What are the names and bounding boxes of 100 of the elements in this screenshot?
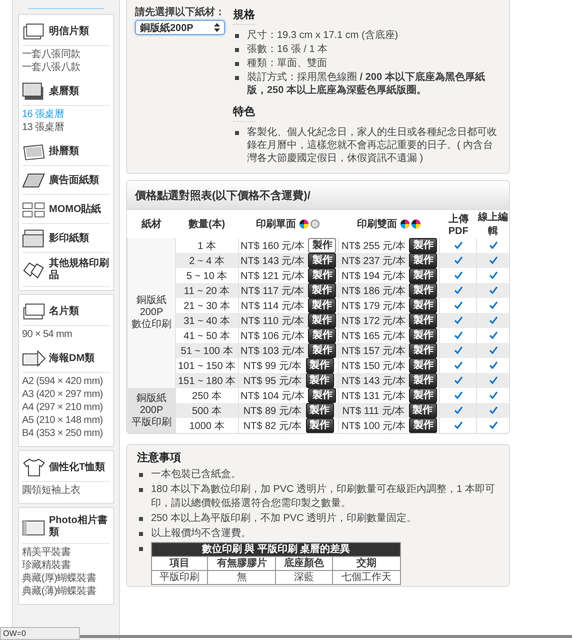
- price-cell-text: NT$ 95 元/本: [243, 374, 302, 388]
- subcategory-link[interactable]: 90 × 54 mm: [22, 328, 72, 341]
- quantity-cell: 41 ~ 50 本: [184, 330, 230, 342]
- make-button[interactable]: 製作: [409, 313, 438, 328]
- photo-book-icon: [22, 518, 46, 536]
- price-cell-text: NT$ 103 元/本: [240, 344, 304, 358]
- subcategory-link[interactable]: A4 (297 × 210 mm): [22, 401, 103, 414]
- make-button[interactable]: 製作: [308, 268, 336, 283]
- make-button[interactable]: 製作: [306, 358, 334, 373]
- spec-item: 張數：16 張 / 1 本: [233, 43, 501, 56]
- section-heading: 特色: [233, 104, 255, 122]
- make-button[interactable]: 製作: [308, 253, 336, 268]
- subcategory-link[interactable]: 一套八張八款: [22, 61, 80, 74]
- price-cell-text: NT$ 157 元/本: [341, 344, 406, 358]
- price-cell-text: NT$ 150 元/本: [341, 360, 406, 372]
- category-link[interactable]: Photo相片書類: [22, 510, 110, 544]
- price-cell-text: NT$ 82 元/本: [243, 420, 302, 432]
- section-heading: 規格: [233, 7, 255, 25]
- note-text: 一本包裝已含紙盒。: [137, 468, 499, 482]
- section-heading: 注意事項: [137, 450, 182, 465]
- column-header: 印刷單面: [256, 218, 296, 231]
- category-link[interactable]: 海報DM類: [22, 344, 110, 373]
- subcategory-link[interactable]: 精美平裝書: [22, 546, 71, 559]
- make-button[interactable]: 製作: [308, 343, 336, 358]
- picker-label: 請先選擇以下紙材：: [135, 6, 225, 19]
- spec-item: 種類：單面、雙面: [233, 57, 501, 70]
- price-cell-text: NT$ 179 元/本: [341, 300, 406, 312]
- subcategory-link[interactable]: A2 (594 × 420 mm): [22, 375, 103, 388]
- note-text: 250 本以上為平版印刷，不加 PVC 透明片，印刷數量固定。: [137, 512, 499, 526]
- material-select[interactable]: 銅版紙200P: [135, 20, 225, 35]
- make-button[interactable]: 製作: [409, 343, 438, 358]
- make-button[interactable]: 製作: [306, 403, 334, 418]
- quantity-cell: 101 ~ 150 本: [178, 360, 236, 372]
- subcategory-link[interactable]: 一套八張同款: [22, 48, 80, 61]
- sticker-grid-icon: [22, 200, 46, 219]
- category-link[interactable]: 個性化T恤類: [22, 453, 110, 482]
- subcategory-link[interactable]: A5 (210 × 148 mm): [22, 414, 103, 427]
- make-button[interactable]: 製作: [409, 268, 438, 283]
- quantity-cell: 5 ~ 10 本: [186, 270, 228, 282]
- category-link[interactable]: 廣告面紙類: [22, 166, 110, 195]
- photo-paper-icon: [22, 229, 46, 248]
- category-link[interactable]: 影印紙類: [22, 224, 110, 253]
- price-cell-text: NT$ 194 元/本: [341, 270, 406, 282]
- make-button[interactable]: 製作: [306, 418, 334, 433]
- panel-title: 價格點選對照表(以下價格不含運費)/: [135, 190, 310, 202]
- make-button[interactable]: 製作: [409, 373, 438, 388]
- price-cell-text: NT$ 106 元/本: [240, 330, 304, 342]
- column-header: 有無膠膠片: [216, 558, 267, 568]
- note-text: 180 本以下為數位印刷，加 PVC 透明片，印刷數量可在級距內調整，1 本即可印，請以總價較低搭選符合您需印製之數量。: [137, 483, 499, 511]
- make-button[interactable]: 製作: [308, 298, 336, 313]
- feature-text: 客製化、個人化紀念日，家人的生日或各種紀念日都可收錄在月曆中，這樣您就不會再忘記重要的日子。( 內含台灣各大節慶國定假日，休假資訊不遺漏 ): [233, 126, 501, 165]
- price-cell-text: NT$ 165 元/本: [341, 330, 406, 342]
- make-button[interactable]: 製作: [409, 283, 438, 298]
- price-cell-text: NT$ 121 元/本: [240, 270, 304, 282]
- make-button[interactable]: 製作: [409, 253, 438, 268]
- subcategory-link[interactable]: 13 張桌曆: [22, 121, 64, 134]
- subcategory-link[interactable]: 圓領短袖上衣: [22, 484, 80, 497]
- price-cell-text: NT$ 114 元/本: [240, 300, 304, 312]
- make-button[interactable]: 製作: [408, 403, 437, 418]
- make-button[interactable]: 製作: [308, 313, 336, 328]
- subcategory-link[interactable]: 典藏(薄)蝴蝶裝書: [22, 585, 96, 598]
- category-link[interactable]: 桌曆類: [22, 77, 110, 106]
- wall-calendar-icon: [22, 142, 46, 161]
- make-button[interactable]: 製作: [409, 358, 438, 373]
- desk-calendar-icon: [22, 82, 46, 101]
- subcategory-link[interactable]: A3 (420 × 297 mm): [22, 388, 103, 401]
- make-button[interactable]: 製作: [306, 373, 334, 388]
- subcategory-link[interactable]: 珍藏精裝書: [22, 559, 71, 572]
- table-title: 數位印刷 與 平版印刷 桌曆的差異: [202, 544, 350, 554]
- color-dots-icon: [400, 219, 422, 229]
- make-button[interactable]: 製作: [409, 298, 438, 313]
- price-cell-text: NT$ 186 元/本: [341, 284, 406, 298]
- make-button[interactable]: 製作: [409, 238, 438, 253]
- price-cell-text: NT$ 117 元/本: [240, 284, 304, 298]
- subcategory-link[interactable]: 典藏(厚)蝴蝶裝書: [22, 572, 96, 585]
- make-button[interactable]: 製作: [409, 328, 438, 343]
- business-card-icon: [22, 302, 46, 321]
- make-button[interactable]: 製作: [308, 388, 336, 403]
- price-cell-text: NT$ 100 元/本: [341, 420, 406, 432]
- table-cell: 平版印刷: [160, 572, 200, 582]
- category-link[interactable]: 明信片類: [22, 17, 110, 46]
- category-link[interactable]: 掛曆類: [22, 137, 110, 166]
- category-link[interactable]: 其他規格印刷品: [22, 253, 110, 287]
- card-stack-icon: [22, 22, 46, 41]
- make-button[interactable]: 製作: [308, 238, 336, 253]
- subcategory-link[interactable]: B4 (353 × 250 mm): [22, 427, 103, 440]
- tshirt-icon: [22, 458, 46, 477]
- column-header: 紙材: [142, 218, 162, 231]
- quantity-cell: 1 本: [198, 240, 216, 252]
- price-cell-text: NT$ 143 元/本: [341, 374, 406, 388]
- parallelogram-icon: [22, 171, 46, 190]
- price-cell-text: NT$ 143 元/本: [240, 254, 304, 268]
- category-link[interactable]: MOMO貼紙: [22, 195, 110, 224]
- category-link[interactable]: 名片類: [22, 297, 110, 326]
- make-button[interactable]: 製作: [308, 328, 336, 343]
- poster-icon: [22, 349, 46, 368]
- make-button[interactable]: 製作: [409, 388, 438, 403]
- make-button[interactable]: 製作: [308, 283, 336, 298]
- make-button[interactable]: 製作: [409, 418, 438, 433]
- column-header: 交期: [356, 558, 376, 568]
